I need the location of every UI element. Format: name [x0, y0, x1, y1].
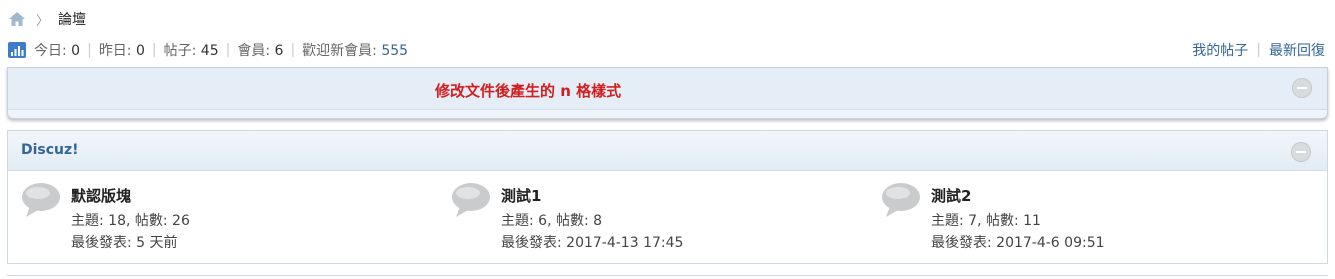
divider: | [225, 42, 231, 58]
stat-members-label: 會員: [237, 43, 271, 59]
breadcrumb-current[interactable]: 論壇 [58, 9, 86, 29]
category-title[interactable]: Discuz! [21, 142, 79, 158]
notice-box: 修改文件後產生的 n 格樣式 [7, 67, 1328, 119]
board-last-post[interactable]: 最後發表: 2017-4-13 17:45 [501, 232, 683, 252]
speech-bubble-icon[interactable] [451, 181, 493, 219]
latest-replies-link[interactable]: 最新回復 [1269, 40, 1325, 60]
stat-today-label: 今日: [34, 43, 67, 59]
forum-stats: 今日: 0 | 昨日: 0 | 帖子: 45 | 會員: 6 | 歡迎新會員: … [8, 40, 408, 60]
my-posts-link[interactable]: 我的帖子 [1192, 40, 1248, 60]
new-member-link[interactable]: 555 [381, 43, 408, 59]
speech-bubble-icon[interactable] [881, 181, 923, 219]
stat-members-value: 6 [274, 43, 284, 59]
divider: | [87, 42, 92, 58]
stat-posts-value: 45 [200, 43, 219, 59]
stat-members: 會員: 6 [237, 40, 283, 60]
forum-category: Discuz! 默認版塊 主題: 18, 帖數: 26 最後發表: 5 天前 測… [7, 130, 1328, 264]
stat-welcome-label: 歡迎新會員: [302, 43, 377, 59]
divider: | [290, 42, 296, 58]
board-name[interactable]: 默認版塊 [71, 185, 131, 206]
home-icon[interactable] [8, 11, 26, 27]
stat-yesterday-label: 昨日: [98, 43, 132, 59]
divider: | [1256, 42, 1261, 58]
board-item: 測試2 主題: 7, 帖數: 11 最後發表: 2017-4-6 09:51 [881, 181, 1301, 261]
stat-new-member: 歡迎新會員: 555 [302, 40, 408, 60]
user-links: 我的帖子 | 最新回復 [1192, 40, 1325, 60]
speech-bubble-icon[interactable] [21, 181, 63, 219]
stat-posts-label: 帖子: [163, 43, 197, 59]
notice-header [8, 68, 1327, 110]
board-last-post[interactable]: 最後發表: 2017-4-6 09:51 [931, 232, 1105, 252]
stat-yesterday: 昨日: 0 [99, 40, 145, 60]
board-name[interactable]: 測試1 [501, 185, 541, 206]
board-last-post[interactable]: 最後發表: 5 天前 [71, 232, 178, 252]
board-item: 測試1 主題: 6, 帖數: 8 最後發表: 2017-4-13 17:45 [451, 181, 871, 261]
board-stats: 主題: 7, 帖數: 11 [931, 213, 1041, 229]
stat-today-value: 0 [71, 43, 81, 59]
breadcrumb: 〉 論壇 [8, 9, 86, 29]
divider: | [151, 42, 157, 58]
board-name[interactable]: 測試2 [931, 185, 971, 206]
board-stats: 主題: 18, 帖數: 26 [71, 213, 190, 229]
breadcrumb-separator: 〉 [36, 13, 50, 29]
bar-chart-icon [8, 42, 26, 58]
notice-text: 修改文件後產生的 n 格樣式 [435, 82, 622, 100]
stat-yesterday-value: 0 [135, 43, 145, 59]
collapse-icon[interactable] [1292, 78, 1312, 98]
next-section-edge [7, 275, 1328, 279]
stat-posts: 帖子: 45 [164, 40, 219, 60]
stat-today: 今日: 0 [34, 40, 80, 60]
board-stats: 主題: 6, 帖數: 8 [501, 213, 603, 229]
category-header: Discuz! [8, 131, 1327, 171]
collapse-icon[interactable] [1291, 142, 1311, 162]
board-item: 默認版塊 主題: 18, 帖數: 26 最後發表: 5 天前 [21, 181, 441, 261]
